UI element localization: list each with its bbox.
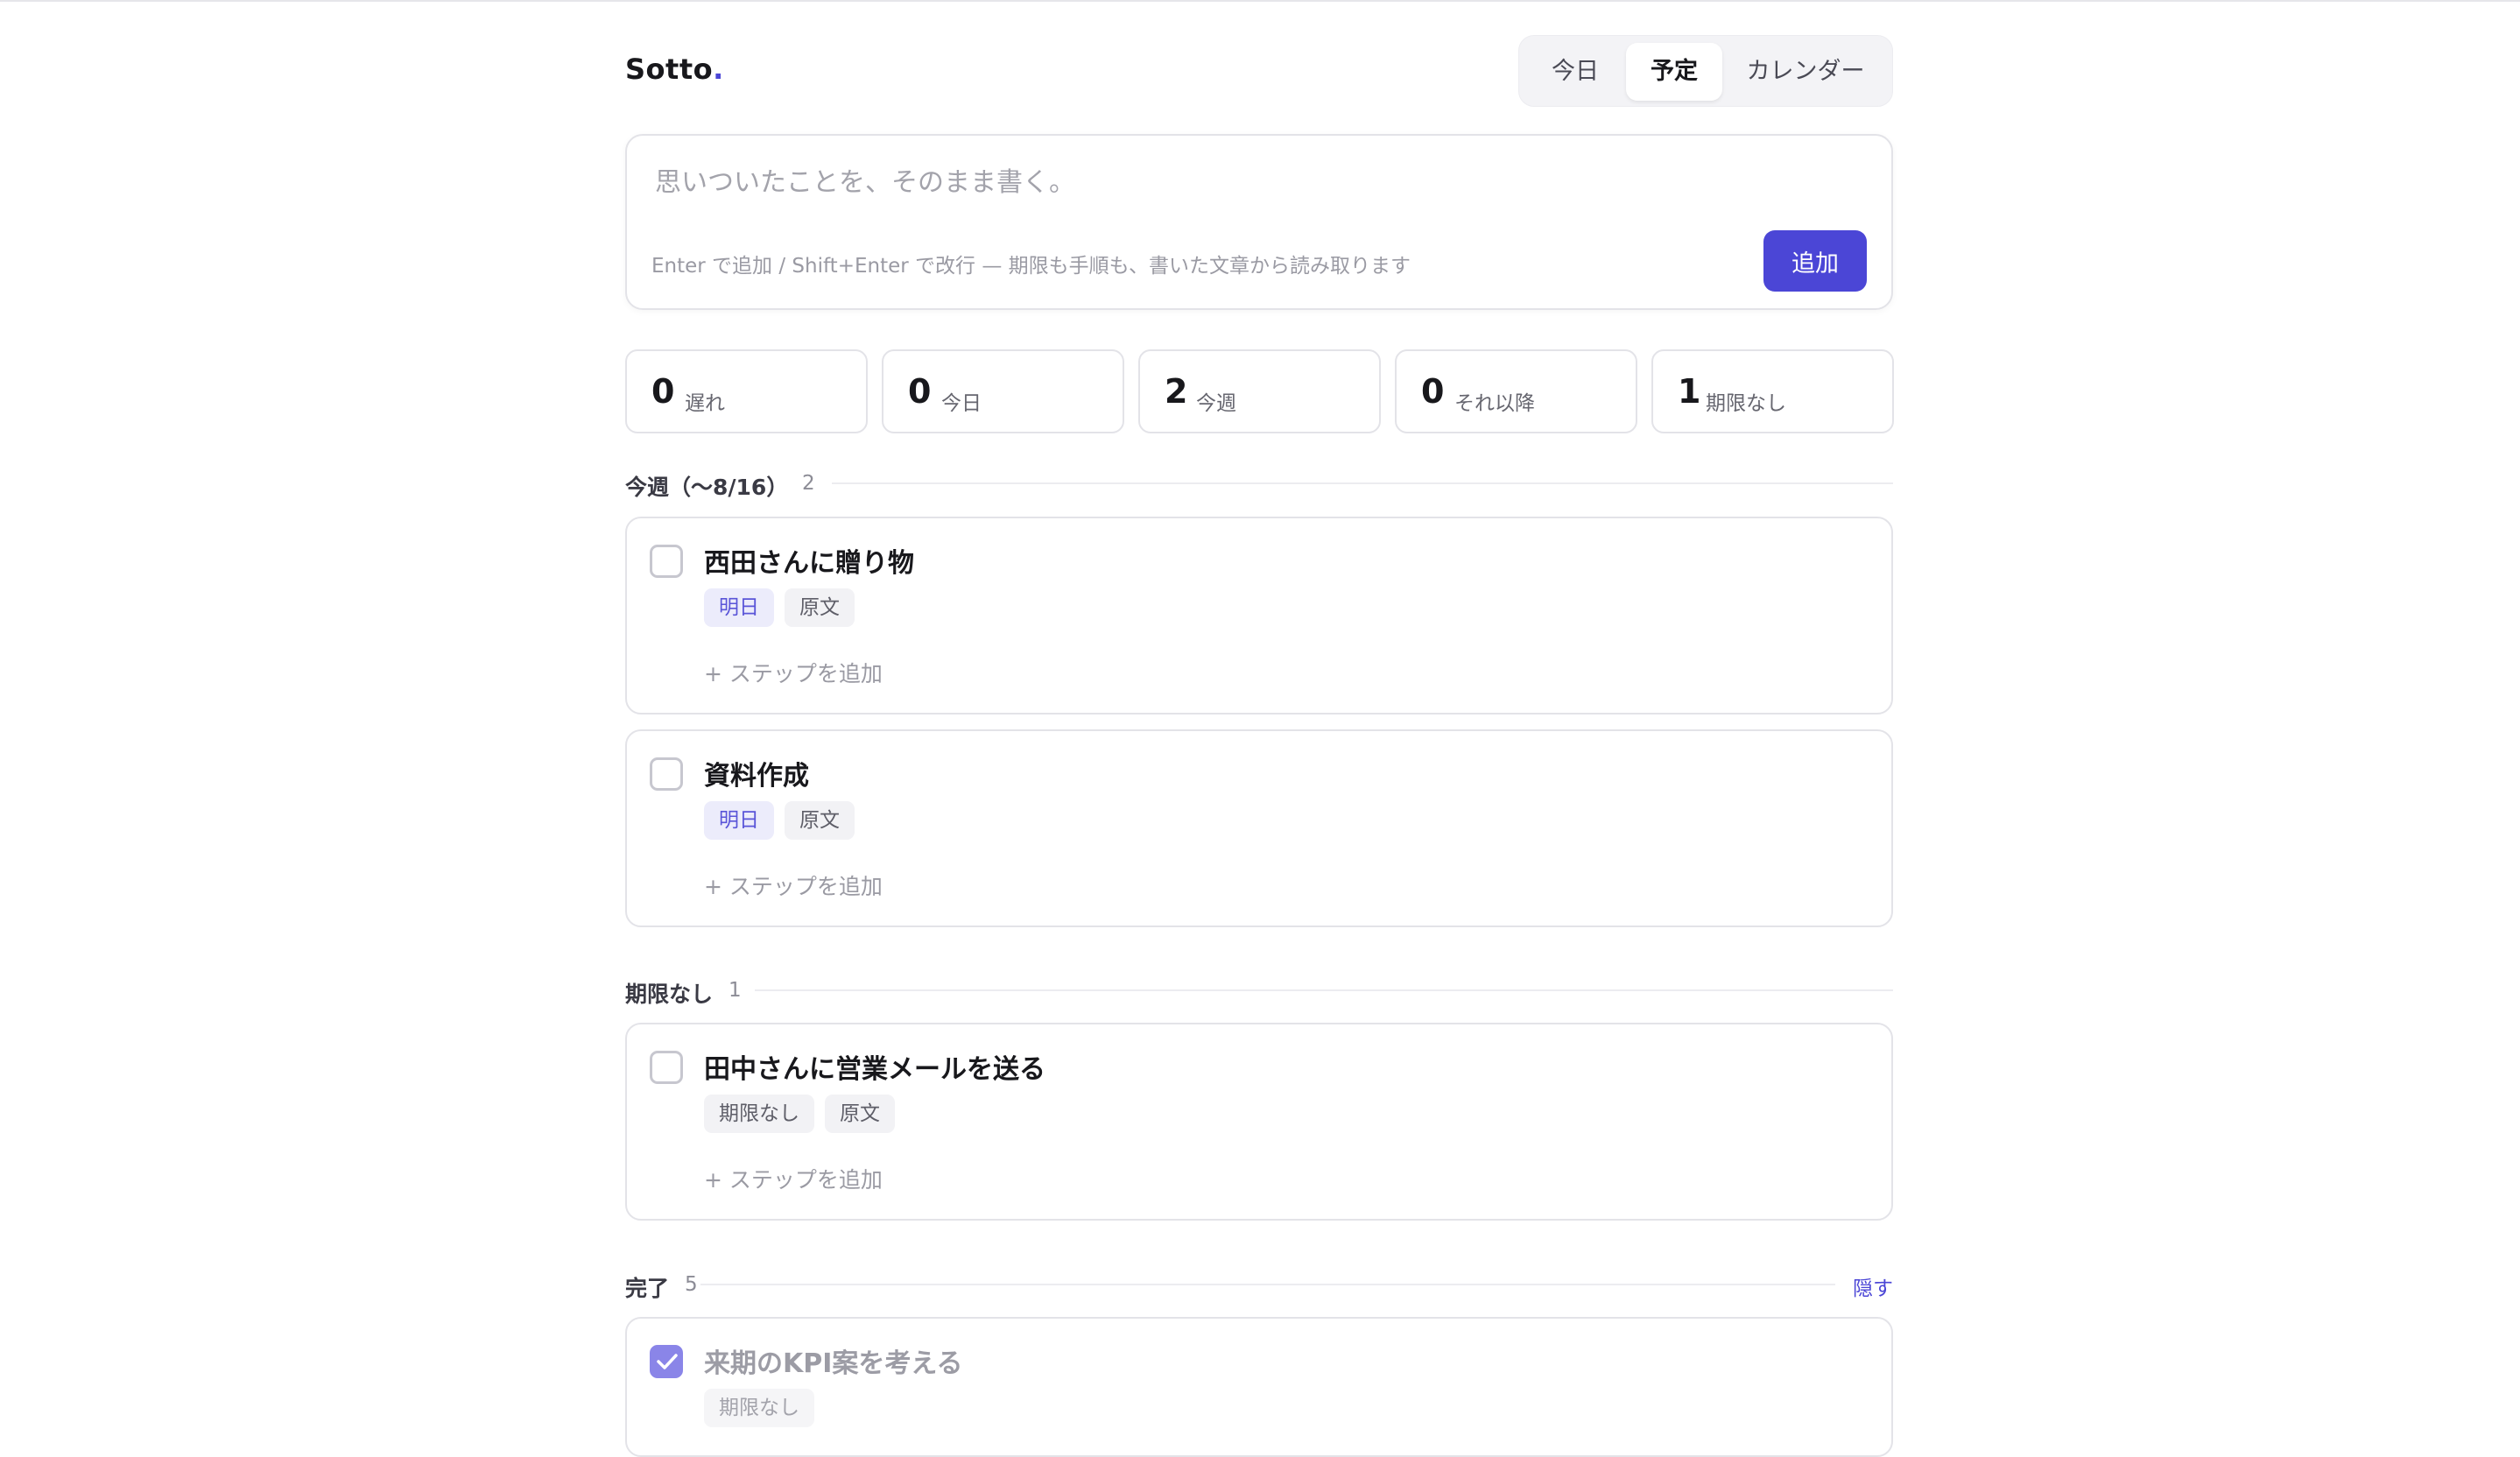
source-tag[interactable]: 原文 bbox=[785, 588, 855, 627]
due-tag[interactable]: 期限なし bbox=[704, 1095, 814, 1133]
task-title[interactable]: 資料作成 bbox=[704, 754, 809, 792]
stat-label: 今日 bbox=[941, 392, 982, 415]
task-card: 西田さんに贈り物 明日 原文 + ステップを追加 bbox=[625, 517, 1893, 714]
task-title[interactable]: 田中さんに営業メールを送る bbox=[704, 1047, 1045, 1086]
source-tag[interactable]: 原文 bbox=[785, 801, 855, 840]
section-count: 5 bbox=[685, 1273, 698, 1296]
section-header-this-week: 今週（〜8/16） 2 bbox=[625, 465, 1893, 500]
tab-upcoming[interactable]: 予定 bbox=[1626, 43, 1722, 101]
add-step-button[interactable]: + ステップを追加 bbox=[704, 1163, 883, 1194]
stats-row: 0 遅れ 0 今日 2 今週 0 それ以降 1 期限なし bbox=[625, 349, 1894, 433]
add-step-button[interactable]: + ステップを追加 bbox=[704, 869, 883, 901]
stat-this-week[interactable]: 2 今週 bbox=[1138, 349, 1381, 433]
task-tags: 期限なし bbox=[704, 1389, 825, 1427]
stat-count: 1 bbox=[1678, 372, 1701, 411]
stat-count: 0 bbox=[908, 372, 932, 411]
section-title: 期限なし bbox=[625, 982, 714, 1007]
view-switcher: 今日 予定 カレンダー bbox=[1518, 35, 1893, 107]
due-tag[interactable]: 期限なし bbox=[704, 1389, 814, 1427]
source-tag[interactable]: 原文 bbox=[825, 1095, 895, 1133]
task-tags: 期限なし 原文 bbox=[704, 1095, 905, 1133]
task-composer: Enter で追加 / Shift+Enter で改行 — 期限も手順も、書いた… bbox=[625, 134, 1893, 310]
section-divider bbox=[700, 1284, 1835, 1285]
task-checkbox[interactable] bbox=[650, 1051, 683, 1084]
task-card: 田中さんに営業メールを送る 期限なし 原文 + ステップを追加 bbox=[625, 1023, 1893, 1221]
section-title: 今週（〜8/16） bbox=[625, 475, 789, 500]
top-border bbox=[0, 0, 2520, 2]
task-card-completed: 来期のKPI案を考える 期限なし bbox=[625, 1317, 1893, 1457]
stat-count: 0 bbox=[1421, 372, 1445, 411]
task-checkbox[interactable] bbox=[650, 757, 683, 791]
tab-today[interactable]: 今日 bbox=[1526, 43, 1624, 101]
section-divider bbox=[755, 989, 1893, 991]
due-tag[interactable]: 明日 bbox=[704, 588, 774, 627]
add-button[interactable]: 追加 bbox=[1763, 230, 1867, 292]
hide-completed-link[interactable]: 隠す bbox=[1853, 1271, 1893, 1301]
task-tags: 明日 原文 bbox=[704, 801, 865, 840]
stat-label: 期限なし bbox=[1706, 392, 1786, 415]
task-tags: 明日 原文 bbox=[704, 588, 865, 627]
header: Sotto. 今日 予定 カレンダー bbox=[625, 35, 1893, 107]
section-header-done: 完了 5 隠す bbox=[625, 1266, 1893, 1301]
stat-label: 今週 bbox=[1196, 392, 1236, 415]
stat-label: 遅れ bbox=[685, 392, 725, 415]
check-icon bbox=[657, 1354, 678, 1369]
task-title[interactable]: 来期のKPI案を考える bbox=[704, 1341, 963, 1380]
add-step-button[interactable]: + ステップを追加 bbox=[704, 657, 883, 688]
stat-no-deadline[interactable]: 1 期限なし bbox=[1651, 349, 1894, 433]
stat-overdue[interactable]: 0 遅れ bbox=[625, 349, 868, 433]
tab-calendar[interactable]: カレンダー bbox=[1726, 43, 1885, 101]
task-card: 資料作成 明日 原文 + ステップを追加 bbox=[625, 729, 1893, 927]
task-title[interactable]: 西田さんに贈り物 bbox=[704, 541, 914, 580]
section-header-no-deadline: 期限なし 1 bbox=[625, 972, 1893, 1007]
composer-hint: Enter で追加 / Shift+Enter で改行 — 期限も手順も、書いた… bbox=[651, 255, 1411, 278]
task-input[interactable] bbox=[655, 160, 1863, 213]
stat-later[interactable]: 0 それ以降 bbox=[1395, 349, 1637, 433]
stat-count: 2 bbox=[1165, 372, 1188, 411]
section-count: 1 bbox=[729, 979, 742, 1002]
task-checkbox[interactable] bbox=[650, 545, 683, 578]
due-tag[interactable]: 明日 bbox=[704, 801, 774, 840]
section-divider bbox=[832, 482, 1893, 484]
app-logo: Sotto. bbox=[625, 53, 724, 86]
stat-count: 0 bbox=[651, 372, 675, 411]
stat-today[interactable]: 0 今日 bbox=[882, 349, 1124, 433]
section-title: 完了 bbox=[625, 1276, 670, 1301]
stat-label: それ以降 bbox=[1454, 392, 1535, 415]
section-count: 2 bbox=[802, 472, 815, 495]
task-checkbox-checked[interactable] bbox=[650, 1345, 683, 1378]
